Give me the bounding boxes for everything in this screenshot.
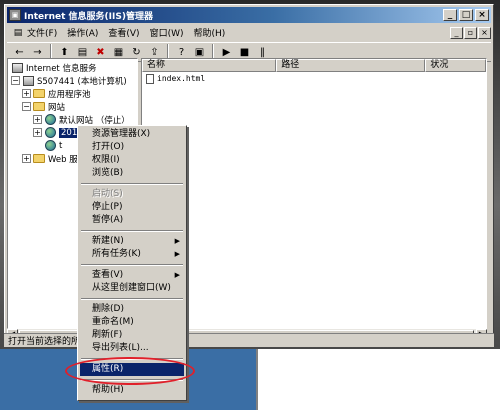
menu-help[interactable]: 帮助(H) — [189, 25, 231, 40]
menu-new[interactable]: 新建(N) ▶ — [80, 235, 184, 248]
list-pane[interactable]: 名称 路径 状况 index.html — [141, 58, 487, 329]
menu-view-label: 查看(V) — [92, 270, 124, 280]
tree-item-selected-site[interactable]: + 201 — [33, 126, 80, 139]
tree-root-label: Internet 信息服务 — [26, 63, 97, 74]
globe-icon — [44, 127, 56, 138]
tree-item-root[interactable]: Internet 信息服务 — [11, 61, 96, 74]
close-button[interactable]: × — [475, 9, 489, 21]
annotation-circle — [65, 357, 195, 385]
menu-rename[interactable]: 重命名(M) — [80, 316, 184, 329]
tree-computer-label: S507441 (本地计算机) — [37, 76, 127, 87]
mdi-restore-button[interactable]: ▫ — [464, 26, 477, 39]
menu-all-tasks-label: 所有任务(K) — [92, 249, 141, 259]
menu-separator — [81, 183, 183, 185]
menu-refresh[interactable]: 刷新(F) — [80, 329, 184, 342]
mdi-controls: _ ▫ × — [450, 26, 491, 39]
submenu-arrow-icon: ▶ — [174, 271, 180, 279]
background-window — [256, 349, 500, 410]
html-file-icon — [146, 73, 154, 84]
menu-pause[interactable]: 暂停(A) — [80, 214, 184, 227]
list-header: 名称 路径 状况 — [142, 59, 486, 72]
mdi-minimize-button[interactable]: _ — [450, 26, 463, 39]
menu-separator — [81, 298, 183, 300]
folder-icon — [33, 88, 45, 99]
folder-icon — [33, 101, 45, 112]
menu-all-tasks[interactable]: 所有任务(K) ▶ — [80, 248, 184, 261]
list-item-name: index.html — [157, 74, 206, 83]
mdi-close-button[interactable]: × — [478, 26, 491, 39]
tree-other-site-label: t — [59, 140, 63, 151]
menu-explore[interactable]: 资源管理器(X) — [80, 128, 184, 141]
menu-action[interactable]: 操作(A) — [62, 25, 103, 40]
expand-icon[interactable]: + — [33, 128, 42, 137]
collapse-icon[interactable]: − — [22, 102, 31, 111]
tree-web-ext-label: Web 服 — [48, 154, 78, 165]
menu-view[interactable]: 查看(V) — [103, 25, 144, 40]
menu-permissions[interactable]: 权限(I) — [80, 154, 184, 167]
console-menu-icon: ▤ — [13, 27, 23, 38]
submenu-arrow-icon: ▶ — [174, 237, 180, 245]
tree-item-websites[interactable]: − 网站 — [22, 100, 65, 113]
tree-item-web-ext[interactable]: + Web 服 — [22, 152, 78, 165]
column-status[interactable]: 状况 — [425, 59, 486, 72]
column-path[interactable]: 路径 — [276, 59, 426, 72]
menu-open[interactable]: 打开(O) — [80, 141, 184, 154]
expand-icon[interactable]: + — [22, 89, 31, 98]
tree-item-computer[interactable]: − S507441 (本地计算机) — [11, 74, 127, 87]
window-title: Internet 信息服务(IIS)管理器 — [24, 11, 153, 22]
tree-websites-label: 网站 — [48, 102, 66, 113]
globe-icon — [44, 114, 56, 125]
list-item[interactable]: index.html — [142, 72, 486, 85]
column-name[interactable]: 名称 — [142, 59, 277, 72]
menu-separator — [81, 264, 183, 266]
app-icon: ▣ — [9, 9, 21, 21]
computer-icon — [22, 75, 34, 86]
status-text: 打开当前选择的所 — [8, 337, 81, 347]
menu-stop[interactable]: 停止(P) — [80, 201, 184, 214]
iis-root-icon — [11, 62, 23, 73]
maximize-button[interactable]: □ — [459, 9, 473, 21]
menu-file[interactable]: ▤ 文件(F) — [7, 25, 62, 40]
title-bar[interactable]: ▣ Internet 信息服务(IIS)管理器 _ □ × — [7, 7, 491, 23]
menu-new-window[interactable]: 从这里创建窗口(W) — [80, 282, 184, 295]
expand-icon[interactable]: + — [33, 115, 42, 124]
tree-item-app-pools[interactable]: + 应用程序池 — [22, 87, 91, 100]
menu-bar: ▤ 文件(F) 操作(A) 查看(V) 窗口(W) 帮助(H) _ ▫ × — [7, 24, 491, 41]
expand-icon[interactable]: + — [22, 154, 31, 163]
tree-app-pools-label: 应用程序池 — [48, 89, 91, 100]
minimize-button[interactable]: _ — [443, 9, 457, 21]
tree-item-other-site[interactable]: t — [44, 139, 62, 152]
menu-export-list[interactable]: 导出列表(L)... — [80, 342, 184, 355]
menu-view-sub[interactable]: 查看(V) ▶ — [80, 269, 184, 282]
menu-help-item[interactable]: 帮助(H) — [80, 384, 184, 397]
tree-default-site-label: 默认网站 （停止） — [59, 115, 130, 126]
menu-delete[interactable]: 删除(D) — [80, 303, 184, 316]
menu-window[interactable]: 窗口(W) — [145, 25, 189, 40]
menu-separator — [81, 230, 183, 232]
menu-start: 启动(S) — [92, 189, 123, 199]
submenu-arrow-icon: ▶ — [174, 250, 180, 258]
collapse-icon[interactable]: − — [11, 76, 20, 85]
folder-icon — [33, 153, 45, 164]
menu-file-label: 文件(F) — [27, 29, 58, 39]
globe-icon — [44, 140, 56, 151]
menu-browse[interactable]: 浏览(B) — [80, 167, 184, 180]
menu-new-label: 新建(N) — [92, 236, 124, 246]
